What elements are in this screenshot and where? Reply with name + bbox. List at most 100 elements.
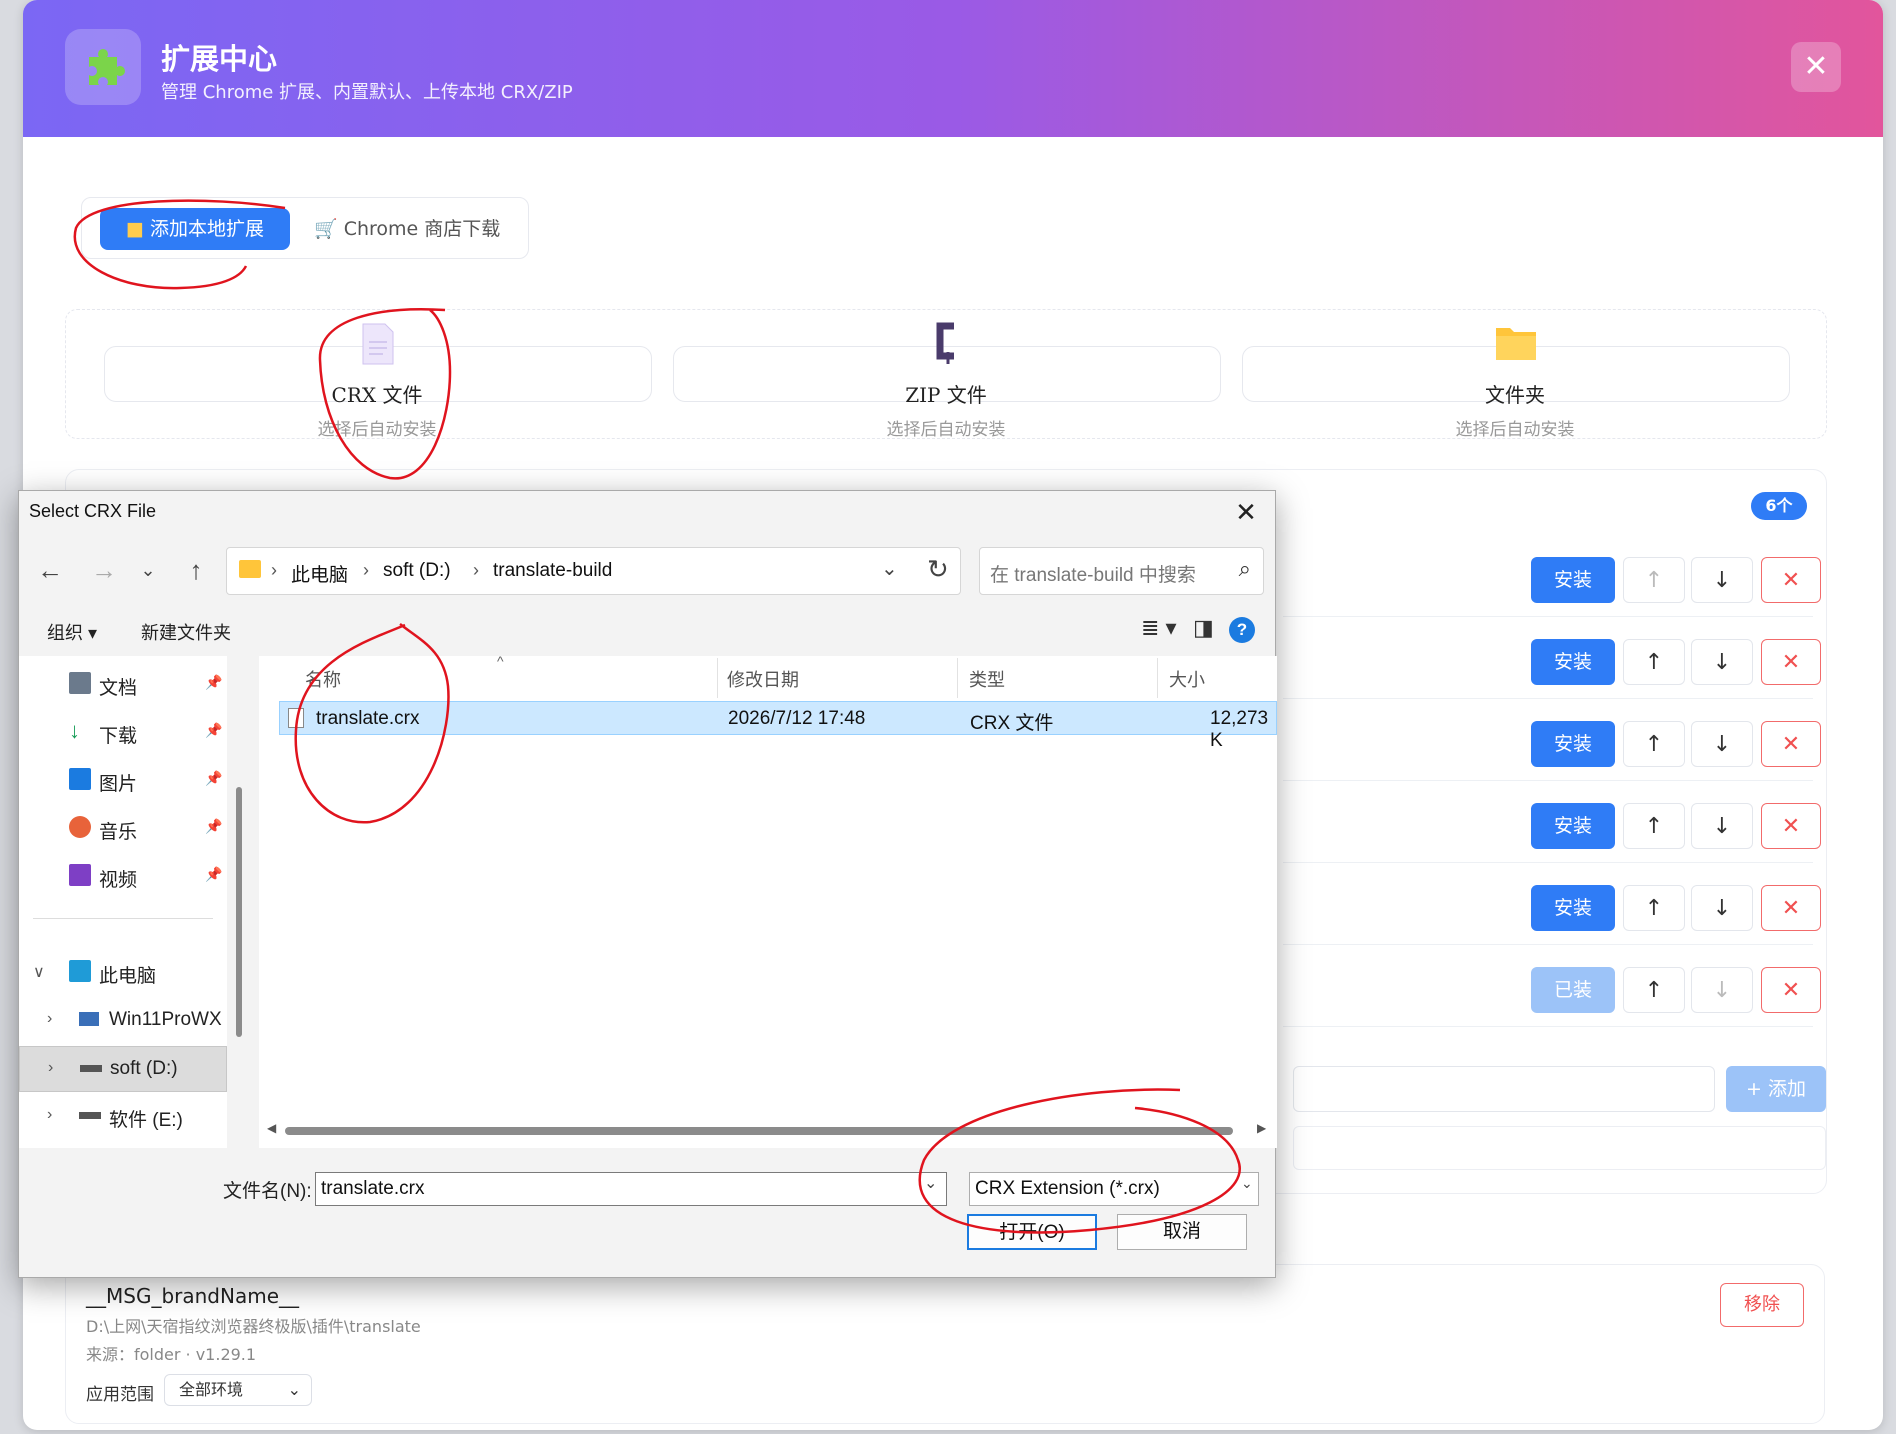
delete-button[interactable]: ✕ (1761, 721, 1821, 767)
cart-icon: 🛒 (314, 218, 344, 240)
file-type: CRX 文件 (970, 713, 1054, 734)
move-down-button[interactable]: ↓ (1691, 885, 1753, 931)
file-row[interactable]: translate.crx 2026/7/12 17:48 CRX 文件 12,… (279, 701, 1277, 751)
address-bar[interactable]: › 此电脑 › soft (D:) › translate-build ⌄ ↻ (226, 547, 961, 595)
delete-button[interactable]: ✕ (1761, 557, 1821, 603)
picture-icon (69, 768, 91, 790)
back-icon[interactable]: ← (33, 553, 67, 587)
move-up-button[interactable]: ↑ (1623, 639, 1685, 685)
chevron-right-icon[interactable]: › (47, 1010, 52, 1028)
column-divider[interactable] (957, 658, 958, 698)
search-input[interactable]: 在 translate-build 中搜索 ⌕ (979, 547, 1264, 595)
scope-select[interactable]: 全部环境 ⌄ (164, 1374, 312, 1406)
dialog-title: Select CRX File (29, 501, 157, 521)
column-divider[interactable] (717, 658, 718, 698)
chevron-down-icon[interactable]: ∨ (33, 962, 45, 982)
filename-input[interactable]: translate.crx (315, 1172, 947, 1206)
column-type[interactable]: 类型 (969, 666, 1005, 692)
nav-item-software-e[interactable]: › 软件 (E:) (19, 1094, 227, 1140)
folder-icon (239, 560, 261, 578)
move-down-button[interactable]: ↓ (1691, 803, 1753, 849)
scroll-right-icon[interactable]: ▶ (1257, 1121, 1266, 1135)
install-button[interactable]: 安装 (1531, 639, 1615, 685)
upload-area: CRX 文件 ZIP 文件 文件夹 选择后自动安装 选择后自动安装 选择后自动安… (65, 309, 1827, 440)
extension-name: __MSG_brandName__ (86, 1284, 299, 1308)
tab-local-label: 添加本地扩展 (149, 218, 264, 240)
breadcrumb-arrow-icon: › (271, 560, 277, 580)
add-button[interactable]: + 添加 (1726, 1066, 1826, 1112)
chevron-down-icon[interactable]: ⌄ (924, 1173, 937, 1193)
tab-local-extension[interactable]: ■ 添加本地扩展 (100, 208, 290, 250)
help-icon[interactable]: ? (1229, 617, 1255, 643)
installed-extension-card (65, 1264, 1825, 1424)
horizontal-scroll-thumb[interactable] (285, 1127, 1233, 1135)
nav-item-documents[interactable]: 文档 📌 (19, 662, 227, 708)
move-down-button[interactable]: ↓ (1691, 557, 1753, 603)
install-button[interactable]: 安装 (1531, 557, 1615, 603)
delete-button[interactable]: ✕ (1761, 803, 1821, 849)
nav-label: soft (D:) (110, 1058, 178, 1079)
open-button[interactable]: 打开(O) (967, 1214, 1097, 1250)
close-icon[interactable]: ✕ (1791, 42, 1841, 92)
up-icon[interactable]: ↑ (179, 553, 213, 587)
forward-icon[interactable]: → (87, 553, 121, 587)
source-tabs: ■ 添加本地扩展 🛒 Chrome 商店下载 (81, 197, 529, 259)
column-size[interactable]: 大小 (1169, 666, 1205, 692)
breadcrumb-soft-d[interactable]: soft (D:) (383, 560, 451, 582)
refresh-icon[interactable]: ↻ (927, 554, 949, 585)
nav-item-pictures[interactable]: 图片 📌 (19, 758, 227, 804)
nav-item-win11[interactable]: › Win11ProWX (19, 998, 227, 1044)
breadcrumb-translate-build[interactable]: translate-build (493, 560, 612, 582)
move-up-button[interactable]: ↑ (1623, 721, 1685, 767)
nav-scrollbar[interactable] (236, 787, 242, 1037)
chevron-down-icon[interactable]: ⌄ (131, 553, 165, 587)
installed-button[interactable]: 已装 (1531, 967, 1615, 1013)
view-list-icon[interactable]: ≣ ▾ (1141, 615, 1177, 641)
nav-item-soft-d[interactable]: › soft (D:) (19, 1046, 227, 1092)
column-name[interactable]: 名称 (305, 666, 341, 692)
nav-item-videos[interactable]: 视频 📌 (19, 854, 227, 900)
extension-path: D:\上网\天宿指纹浏览器终极版\插件\translate (86, 1317, 421, 1336)
cancel-button[interactable]: 取消 (1117, 1214, 1247, 1250)
scroll-left-icon[interactable]: ◀ (267, 1121, 276, 1135)
chevron-down-icon[interactable]: ⌄ (881, 556, 898, 581)
install-button[interactable]: 安装 (1531, 803, 1615, 849)
breadcrumb-this-pc[interactable]: 此电脑 (291, 560, 348, 587)
builtin-row: 安装 ↑ ↓ ✕ (1283, 863, 1821, 945)
install-button[interactable]: 安装 (1531, 885, 1615, 931)
nav-label: 软件 (E:) (109, 1110, 183, 1131)
column-date[interactable]: 修改日期 (727, 666, 799, 692)
move-up-button[interactable]: ↑ (1623, 803, 1685, 849)
organize-menu[interactable]: 组织 ▾ (47, 619, 97, 645)
download-icon: ↓ (69, 718, 80, 743)
chevron-down-icon[interactable]: ⌄ (1241, 1175, 1253, 1192)
nav-item-music[interactable]: 音乐 📌 (19, 806, 227, 852)
remove-button[interactable]: 移除 (1720, 1283, 1804, 1327)
move-down-button[interactable]: ↓ (1691, 721, 1753, 767)
move-down-button[interactable]: ↓ (1691, 967, 1753, 1013)
delete-button[interactable]: ✕ (1761, 639, 1821, 685)
install-button[interactable]: 安装 (1531, 721, 1615, 767)
pin-icon: 📌 (205, 866, 223, 882)
preview-pane-icon[interactable]: ◨ (1193, 615, 1214, 641)
filetype-select[interactable]: CRX Extension (*.crx) (969, 1172, 1259, 1206)
chevron-right-icon[interactable]: › (47, 1106, 52, 1124)
move-up-button[interactable]: ↑ (1623, 557, 1685, 603)
nav-divider (33, 918, 213, 919)
move-up-button[interactable]: ↑ (1623, 885, 1685, 931)
column-divider[interactable] (1157, 658, 1158, 698)
close-icon[interactable]: ✕ (1229, 495, 1263, 529)
tab-chrome-store[interactable]: 🛒 Chrome 商店下载 (314, 208, 500, 250)
chevron-right-icon[interactable]: › (48, 1059, 53, 1077)
add-extension-input[interactable] (1293, 1066, 1715, 1112)
nav-item-this-pc[interactable]: ∨ 此电脑 (19, 950, 227, 996)
delete-button[interactable]: ✕ (1761, 885, 1821, 931)
delete-button[interactable]: ✕ (1761, 967, 1821, 1013)
nav-label: 此电脑 (99, 966, 157, 987)
add-extension-field[interactable] (1293, 1126, 1826, 1170)
move-up-button[interactable]: ↑ (1623, 967, 1685, 1013)
new-folder-button[interactable]: 新建文件夹 (141, 619, 231, 645)
move-down-button[interactable]: ↓ (1691, 639, 1753, 685)
drive-icon (79, 1112, 101, 1119)
nav-item-downloads[interactable]: ↓ 下载 📌 (19, 710, 227, 756)
